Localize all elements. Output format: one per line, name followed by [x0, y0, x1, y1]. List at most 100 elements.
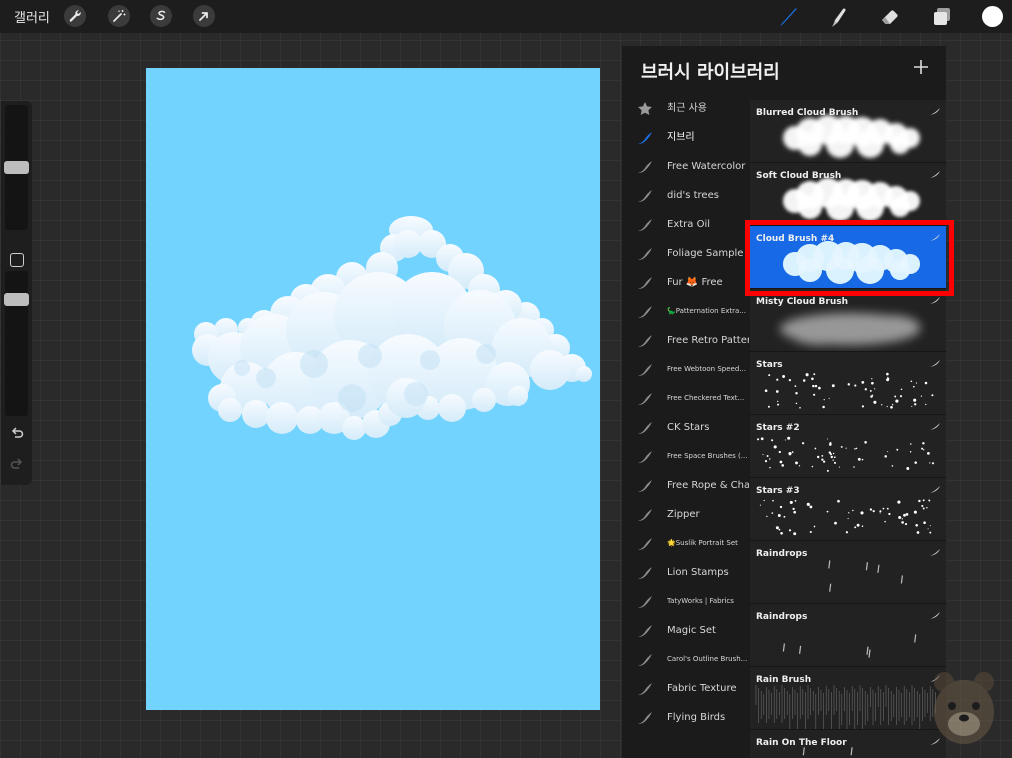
- brush-type-icon: [930, 549, 940, 556]
- brush-stroke-icon: [638, 712, 652, 724]
- arrow-cursor-icon: [199, 12, 208, 21]
- brush-library-panel: 브러시 라이브러리 최근 사용 지브리 Free Watercolor did's t…: [622, 46, 946, 758]
- opacity-thumb[interactable]: [4, 293, 29, 306]
- gallery-button[interactable]: 갤러리: [14, 7, 50, 26]
- brush-set-item[interactable]: Free Checkered Text...: [622, 384, 750, 413]
- brush-name: Stars #3: [756, 486, 800, 496]
- left-sidebar: [1, 101, 32, 485]
- brush-set-item[interactable]: Flying Birds: [622, 703, 750, 732]
- brush-stroke-icon: [638, 277, 652, 289]
- brush-set-item[interactable]: Extra Oil: [622, 210, 750, 239]
- modify-button[interactable]: [10, 253, 24, 267]
- brush-item[interactable]: Blurred Cloud Brush: [750, 100, 946, 163]
- redo-icon[interactable]: [9, 457, 25, 473]
- brush-stroke-icon: [638, 422, 652, 434]
- selection-s-icon: [156, 10, 166, 21]
- eraser-tool-button[interactable]: [877, 4, 903, 30]
- brush-set-item[interactable]: Lion Stamps: [622, 558, 750, 587]
- adjustments-button[interactable]: [108, 5, 130, 27]
- brush-stroke-icon: [638, 364, 652, 376]
- brush-item[interactable]: Soft Cloud Brush: [750, 163, 946, 226]
- brush-set-item[interactable]: TatyWorks | Fabrics: [622, 587, 750, 616]
- brush-sets-list: 최근 사용 지브리 Free Watercolor did's trees Extra …: [622, 94, 750, 732]
- brush-name: Stars: [756, 360, 783, 370]
- brush-set-item[interactable]: 지브리: [622, 123, 750, 152]
- brush-item[interactable]: Raindrops: [750, 541, 946, 604]
- brush-type-icon: [930, 423, 940, 430]
- brush-type-icon: [930, 297, 940, 304]
- brush-name: Misty Cloud Brush: [756, 297, 849, 307]
- brush-item[interactable]: Stars: [750, 352, 946, 415]
- brush-item[interactable]: Rain On The Floor: [750, 730, 946, 758]
- brush-stroke-icon: [638, 219, 652, 231]
- brush-stroke-icon: [638, 161, 652, 173]
- brush-set-label: Free Checkered Text...: [667, 394, 745, 402]
- brush-set-label: Fur 🦊 Free: [667, 277, 723, 288]
- smudge-tool-button[interactable]: [826, 4, 852, 30]
- brush-item[interactable]: Misty Cloud Brush: [750, 289, 946, 352]
- brush-name: Blurred Cloud Brush: [756, 108, 859, 118]
- brush-item[interactable]: Cloud Brush #4: [750, 226, 946, 289]
- brush-set-item[interactable]: 최근 사용: [622, 94, 750, 123]
- brush-stroke-icon: [638, 335, 652, 347]
- brush-stroke-icon: [638, 480, 652, 492]
- brush-set-item[interactable]: Magic Set: [622, 616, 750, 645]
- smudge-icon: [832, 8, 846, 27]
- opacity-slider[interactable]: [4, 271, 29, 416]
- brush-type-icon: [930, 171, 940, 178]
- brush-set-label: Free Rope & Chain: [667, 480, 749, 491]
- brush-set-item[interactable]: Free Webtoon Speed...: [622, 355, 750, 384]
- add-brush-icon[interactable]: [912, 58, 930, 76]
- brush-set-item[interactable]: Free Watercolor: [622, 152, 750, 181]
- brush-stroke-icon: [638, 683, 652, 695]
- actions-button[interactable]: [64, 5, 86, 27]
- brush-size-slider[interactable]: [4, 105, 29, 230]
- brush-set-item[interactable]: Free Rope & Chain: [622, 471, 750, 500]
- brush-name: Raindrops: [756, 549, 808, 559]
- brush-item[interactable]: Stars #2: [750, 415, 946, 478]
- panel-title: 브러시 라이브러리: [641, 62, 780, 83]
- brush-set-label: TatyWorks | Fabrics: [667, 597, 734, 605]
- undo-icon[interactable]: [9, 426, 25, 442]
- brush-set-label: Fabric Texture: [667, 683, 737, 694]
- color-picker-button[interactable]: [982, 6, 1003, 27]
- brush-set-label: Lion Stamps: [667, 567, 729, 578]
- brush-name: Cloud Brush #4: [756, 234, 835, 244]
- brush-size-thumb[interactable]: [4, 161, 29, 174]
- brush-set-item[interactable]: Carol's Outline Brush...: [622, 645, 750, 674]
- brush-set-item[interactable]: 🌟Suslik Portrait Set: [622, 529, 750, 558]
- brush-stroke-icon: [638, 654, 652, 666]
- brush-stroke-icon: [638, 596, 652, 608]
- layers-icon: [934, 8, 950, 25]
- brush-set-label: Free Space Brushes (...: [667, 452, 748, 460]
- selection-button[interactable]: [150, 5, 172, 27]
- brush-name: Raindrops: [756, 612, 808, 622]
- brush-set-item[interactable]: CK Stars: [622, 413, 750, 442]
- brush-name: Rain Brush: [756, 675, 812, 685]
- brush-type-icon: [930, 108, 940, 115]
- magic-wand-icon: [113, 10, 126, 22]
- brush-set-item[interactable]: Fur 🦊 Free: [622, 268, 750, 297]
- brush-set-item[interactable]: Foliage Sample: [622, 239, 750, 268]
- brush-name: Rain On The Floor: [756, 738, 847, 748]
- brush-set-item[interactable]: 🦕Patternation Extra...: [622, 297, 750, 326]
- wrench-icon: [69, 10, 81, 22]
- brush-set-label: 🌟Suslik Portrait Set: [667, 539, 738, 547]
- brush-set-label: Zipper: [667, 509, 700, 520]
- brush-stroke-icon: [638, 393, 652, 405]
- brush-set-item[interactable]: Fabric Texture: [622, 674, 750, 703]
- brush-set-item[interactable]: Zipper: [622, 500, 750, 529]
- layers-button[interactable]: [929, 4, 955, 30]
- brush-set-item[interactable]: did's trees: [622, 181, 750, 210]
- brush-tool-button[interactable]: [775, 4, 801, 30]
- brush-item[interactable]: Stars #3: [750, 478, 946, 541]
- brush-type-icon: [930, 486, 940, 493]
- brush-set-item[interactable]: Free Space Brushes (...: [622, 442, 750, 471]
- brush-type-icon: [930, 612, 940, 619]
- transform-button[interactable]: [193, 5, 215, 27]
- drawing-canvas[interactable]: [146, 68, 600, 710]
- brush-item[interactable]: Rain Brush: [750, 667, 946, 730]
- brush-set-item[interactable]: Free Retro Pattern: [622, 326, 750, 355]
- brush-stroke-icon: [638, 625, 652, 637]
- brush-item[interactable]: Raindrops: [750, 604, 946, 667]
